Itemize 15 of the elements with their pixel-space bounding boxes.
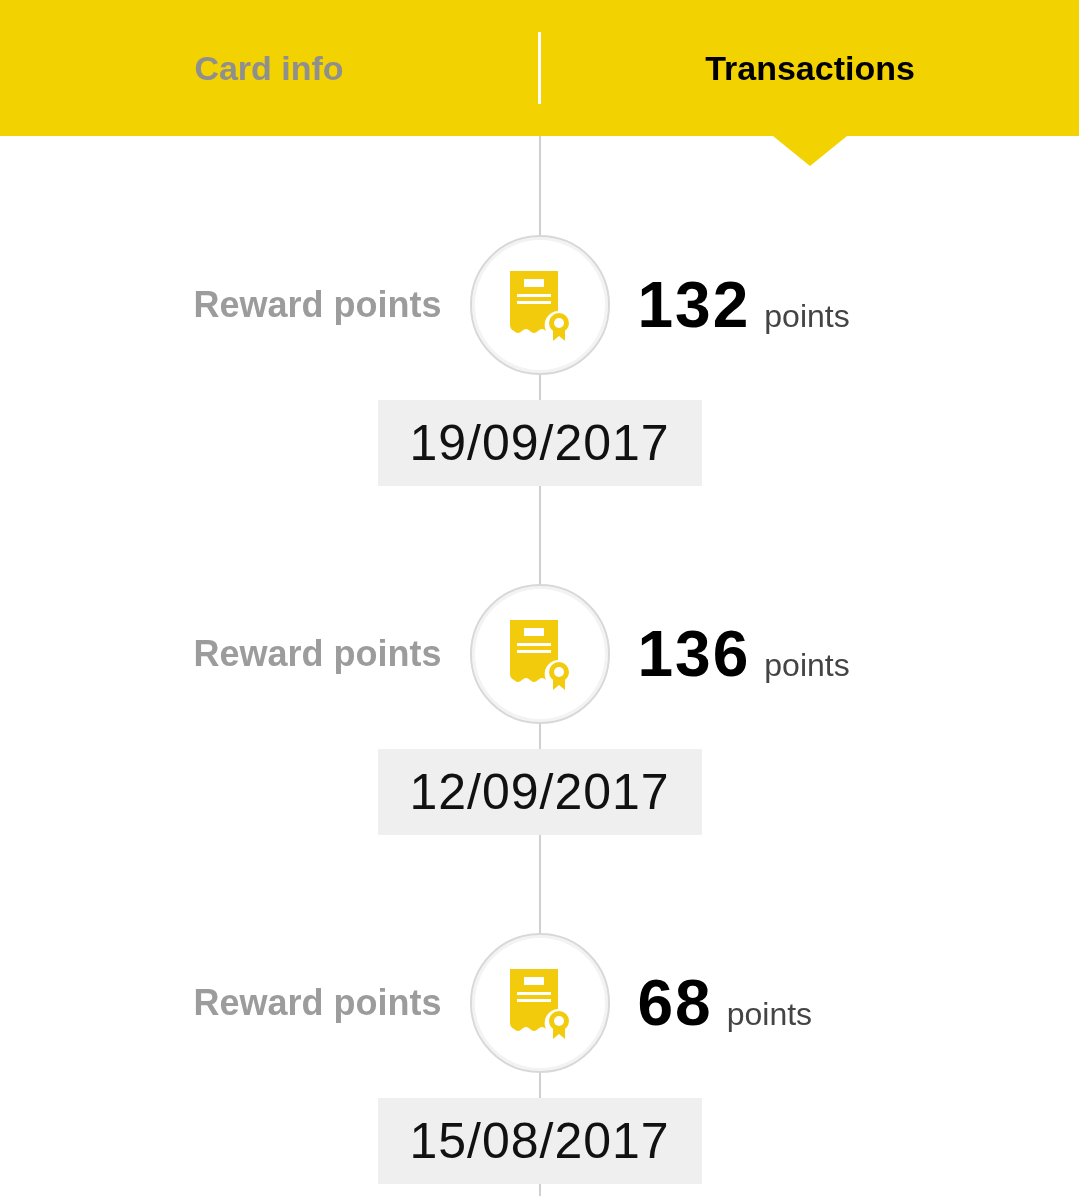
points-unit: points [764, 647, 850, 684]
points-unit: points [726, 996, 813, 1033]
points-amount: 132 [637, 268, 751, 342]
points-unit: points [764, 298, 850, 335]
points-amount: 136 [637, 617, 751, 691]
receipt-award-icon [507, 618, 572, 690]
transaction-date: 15/08/2017 [377, 1098, 702, 1184]
transaction-date: 12/09/2017 [377, 749, 702, 835]
receipt-award-icon [507, 269, 572, 341]
points-amount: 68 [637, 966, 713, 1040]
transaction-date: 19/09/2017 [377, 400, 702, 486]
transaction-type: Reward points [193, 284, 442, 326]
transaction-type: Reward points [193, 633, 442, 675]
receipt-award-icon [507, 967, 572, 1039]
transaction-type: Reward points [193, 982, 442, 1024]
